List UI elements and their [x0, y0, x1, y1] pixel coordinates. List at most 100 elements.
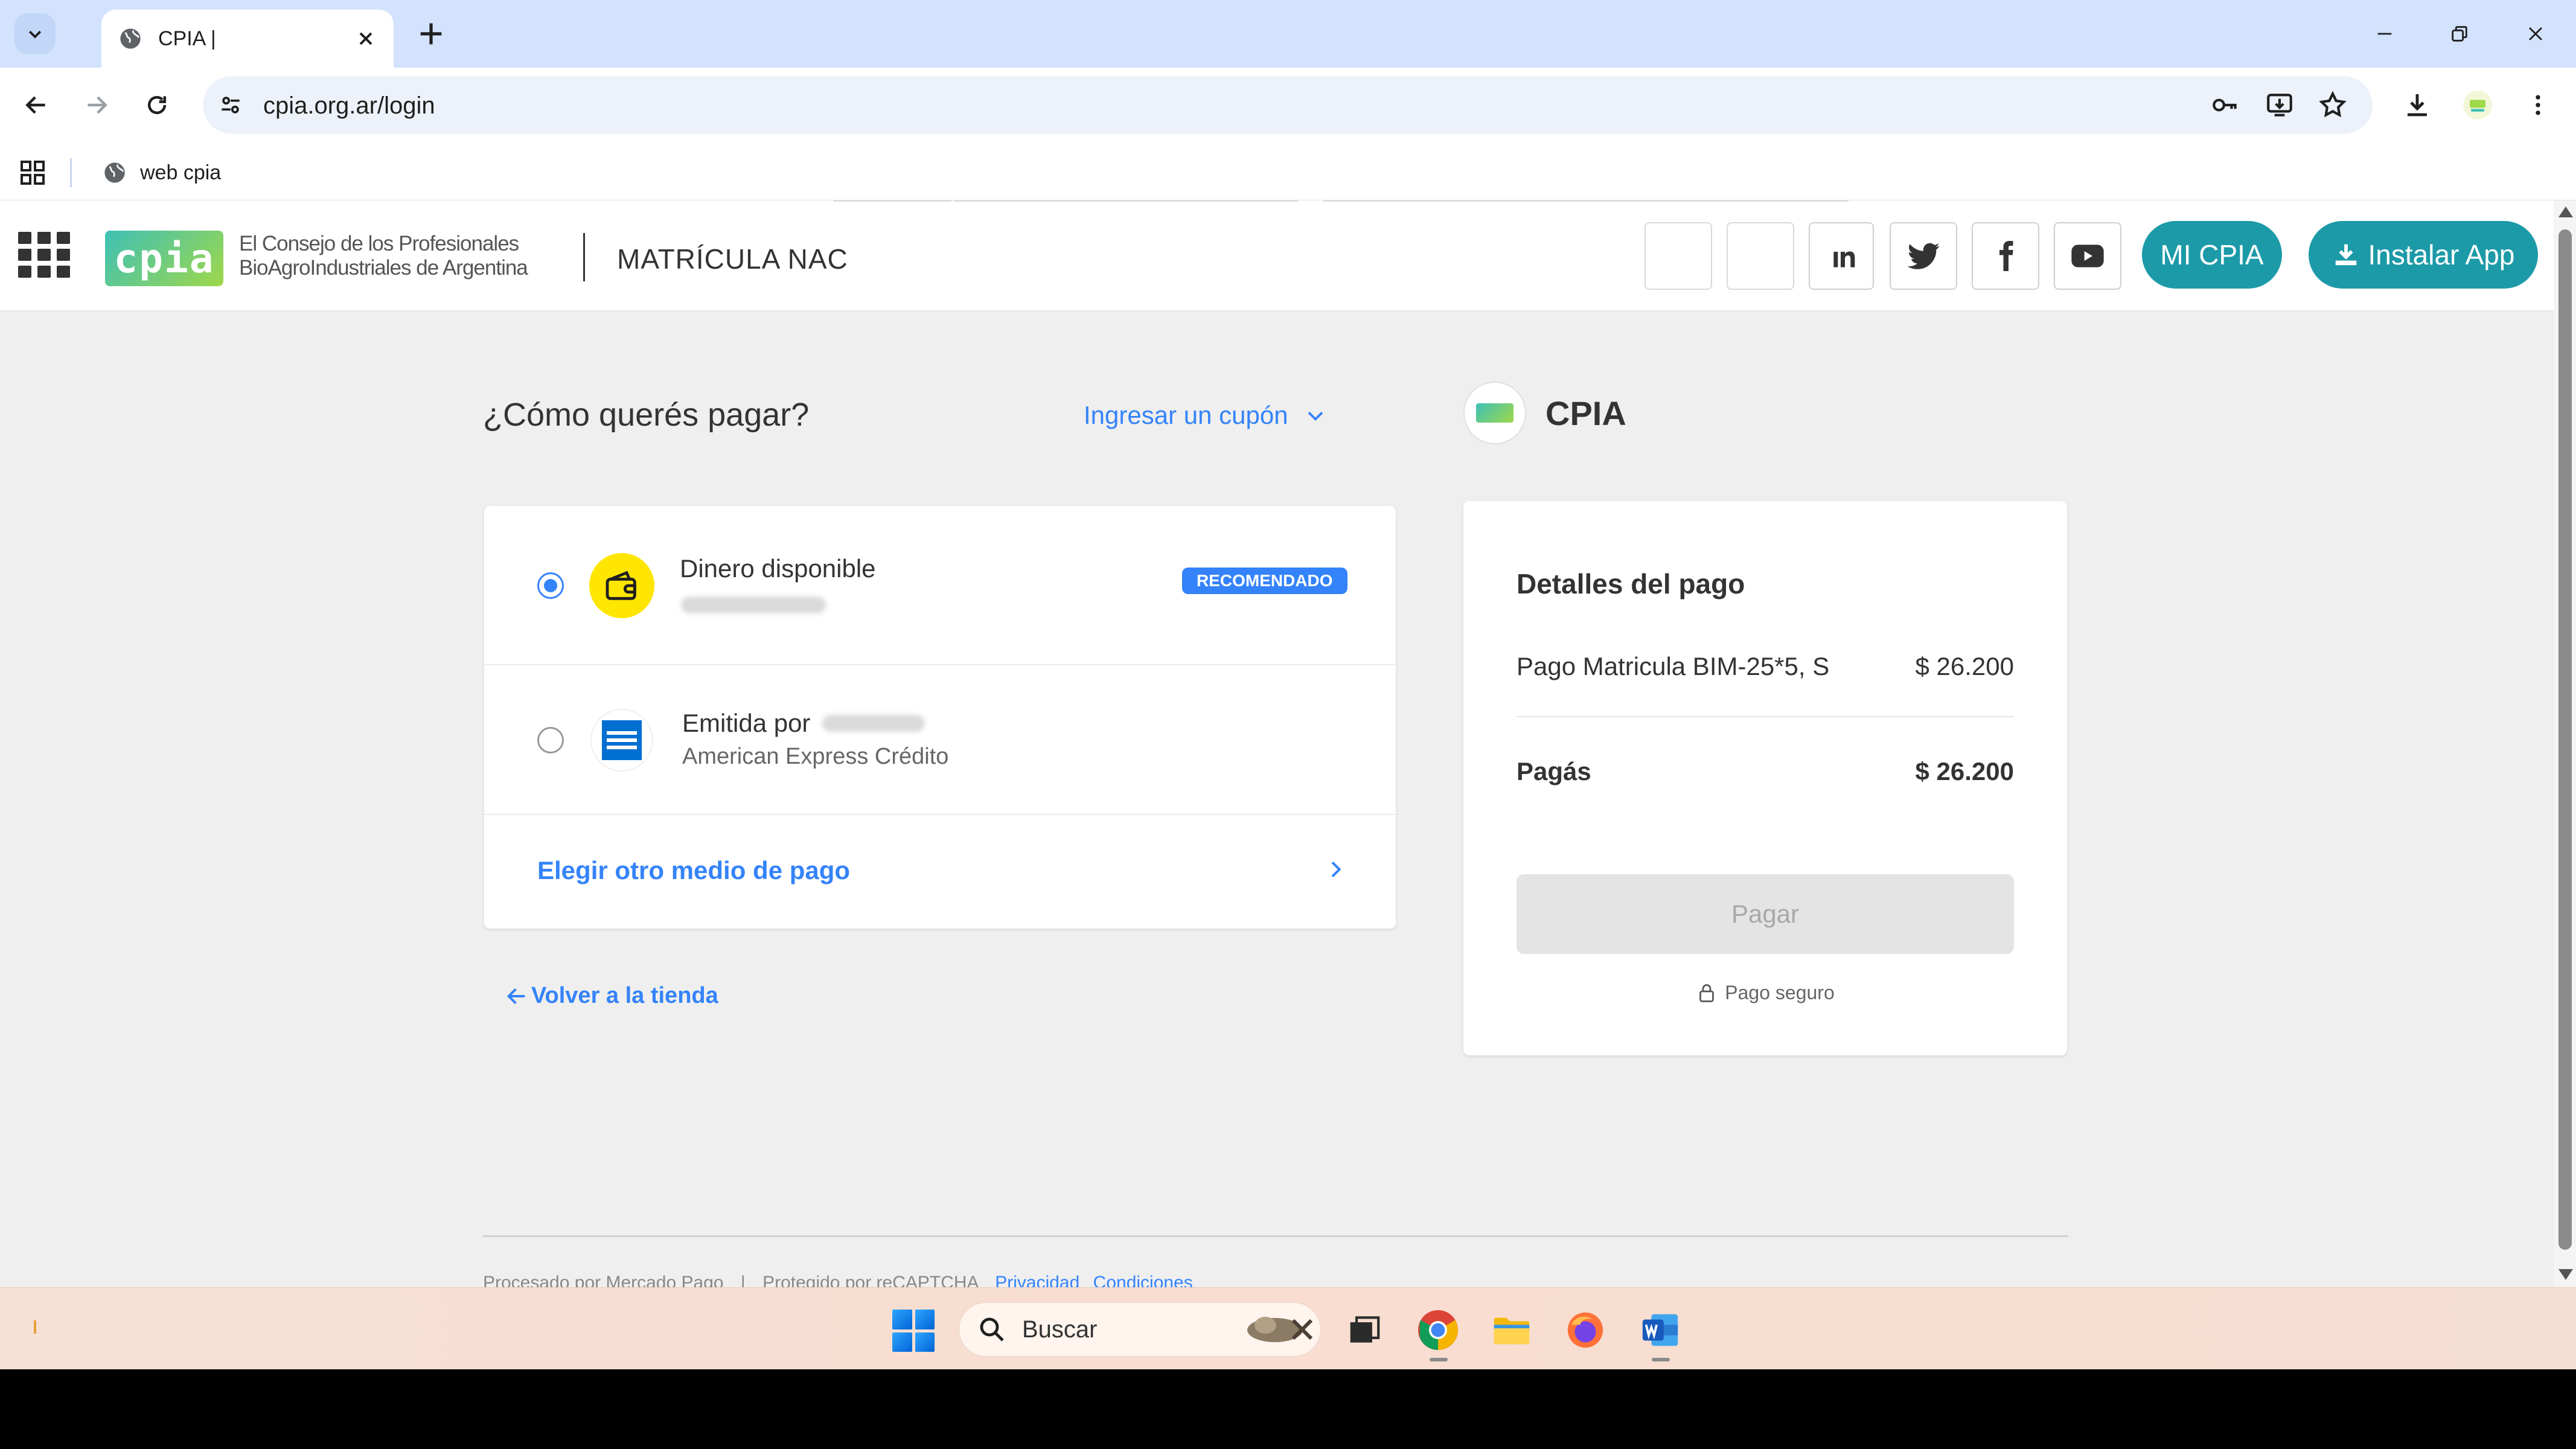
wallet-icon: [606, 571, 636, 600]
radio-balance[interactable]: [537, 572, 564, 599]
reload-icon: [147, 96, 167, 115]
checkout-page: ¿Cómo querés pagar? Ingresar un cupón Di…: [0, 312, 2554, 1287]
privacy-link[interactable]: Privacidad: [995, 1273, 1079, 1287]
secure-payment-note: Pago seguro: [1463, 982, 2067, 1004]
scroll-up-arrow[interactable]: [2558, 206, 2573, 217]
downloads-button[interactable]: [2398, 86, 2437, 124]
youtube-icon: [2071, 245, 2104, 267]
coupon-label: Ingresar un cupón: [1084, 401, 1288, 429]
social-link-placeholder[interactable]: [1644, 222, 1712, 290]
start-icon[interactable]: [892, 1310, 935, 1352]
word-running-indicator: [1652, 1358, 1670, 1361]
plus-icon[interactable]: [415, 18, 447, 50]
apps-menu-icon[interactable]: [17, 231, 71, 279]
globe-icon: [120, 28, 141, 49]
menu-dots-icon: [2536, 95, 2540, 115]
scroll-down-arrow[interactable]: [2558, 1269, 2573, 1280]
install-icon: [2267, 94, 2292, 117]
twitter-link[interactable]: [1890, 222, 1957, 290]
site-info-button[interactable]: [215, 89, 246, 121]
twitter-icon: [1907, 243, 1940, 269]
back-button[interactable]: [17, 86, 56, 124]
recommended-label: RECOMENDADO: [1197, 571, 1333, 590]
address-bar[interactable]: cpia.org.ar/login: [203, 76, 2373, 134]
firefox-button[interactable]: [1562, 1307, 1608, 1353]
reload-button[interactable]: [138, 86, 176, 124]
url-text[interactable]: cpia.org.ar/login: [263, 92, 435, 120]
cpia-logo[interactable]: cpia: [105, 231, 223, 286]
radio-amex[interactable]: [537, 727, 564, 753]
payment-question: ¿Cómo querés pagar?: [483, 397, 810, 433]
window-close-icon: [2529, 27, 2542, 40]
amex-subtitle: American Express Crédito: [682, 744, 949, 769]
profile-icon: [2463, 91, 2492, 120]
minimize-button[interactable]: [2368, 17, 2402, 51]
logo-line-1: El Consejo de los Profesionales: [239, 232, 519, 255]
social-link-placeholder[interactable]: [1727, 222, 1794, 290]
footer-divider: [483, 1235, 2068, 1237]
forward-button[interactable]: [77, 86, 116, 124]
task-view-button[interactable]: [1341, 1307, 1387, 1353]
download-icon: [2408, 94, 2427, 117]
install-page-button[interactable]: [2263, 88, 2296, 122]
payment-methods-card: Dinero disponible RECOMENDADO Emitida po…: [484, 506, 1396, 929]
pay-button[interactable]: Pagar: [1517, 874, 2014, 954]
chrome-taskbar-button[interactable]: [1415, 1307, 1461, 1353]
window-close-button[interactable]: [2519, 17, 2552, 51]
browser-toolbar: cpia.org.ar/login: [0, 68, 2576, 145]
coupon-toggle[interactable]: Ingresar un cupón: [1084, 401, 1327, 430]
section-title: MATRÍCULA NAC: [617, 243, 848, 275]
bookmark-star-button[interactable]: [2316, 88, 2350, 122]
word-button[interactable]: [1637, 1307, 1683, 1353]
restore-button[interactable]: [2443, 17, 2476, 51]
bookmark-web-cpia[interactable]: web cpia: [103, 156, 221, 190]
redacted-card-number: [822, 715, 925, 732]
nav-underline: [833, 200, 951, 202]
wallet-badge: [589, 553, 654, 618]
payment-option-balance[interactable]: Dinero disponible RECOMENDADO: [484, 506, 1396, 665]
terms-link[interactable]: Condiciones: [1093, 1273, 1193, 1287]
browser-tab-active[interactable]: CPIA |: [101, 10, 394, 68]
back-label: Volver a la tienda: [531, 983, 718, 1008]
chevron-down-icon: [28, 30, 42, 39]
file-explorer-icon: [1494, 1317, 1530, 1345]
chrome-active-indicator: [1430, 1358, 1448, 1361]
recommended-badge: RECOMENDADO: [1182, 568, 1347, 594]
summary-title: Detalles del pago: [1517, 568, 1745, 600]
install-app-button[interactable]: Instalar App: [2309, 221, 2538, 289]
secure-label: Pago seguro: [1725, 982, 1835, 1003]
footer-separator: |: [740, 1273, 746, 1287]
summary-total-price: $ 26.200: [1915, 757, 2015, 785]
payment-summary-card: Detalles del pago Pago Matricula BIM-25*…: [1463, 501, 2067, 1055]
protected-by-text: Protegido por reCAPTCHA: [762, 1273, 978, 1287]
widgets-indicator: [34, 1320, 36, 1334]
merchant-logo: [1463, 382, 1526, 444]
logo-tagline: El Consejo de los Profesionales BioAgroI…: [239, 232, 528, 280]
mi-cpia-button[interactable]: MI CPIA: [2142, 221, 2282, 289]
youtube-link[interactable]: [2054, 222, 2121, 290]
tune-icon: [222, 97, 240, 114]
search-icon: [980, 1317, 1004, 1342]
page-scrollbar[interactable]: [2554, 200, 2576, 1287]
password-button[interactable]: [2208, 88, 2242, 122]
tab-title: CPIA |: [158, 27, 216, 50]
apps-grid-icon[interactable]: [18, 158, 47, 187]
firefox-icon: [1567, 1312, 1603, 1348]
browser-menu-button[interactable]: [2519, 86, 2557, 124]
back-to-store-link[interactable]: Volver a la tienda: [505, 983, 718, 1009]
other-payment-method-link[interactable]: Elegir otro medio de pago: [484, 815, 1396, 929]
linkedin-link[interactable]: [1809, 222, 1874, 290]
restore-icon: [2452, 26, 2467, 42]
profile-button[interactable]: [2458, 86, 2497, 124]
file-explorer-button[interactable]: [1489, 1307, 1535, 1353]
search-highlight-icon: [1247, 1317, 1313, 1342]
close-icon[interactable]: [355, 28, 377, 50]
amex-issuer-title: Emitida por: [682, 709, 811, 737]
scrollbar-thumb[interactable]: [2558, 229, 2572, 1250]
chrome-icon: [1418, 1310, 1458, 1350]
facebook-link[interactable]: [1972, 222, 2039, 290]
other-method-label: Elegir otro medio de pago: [537, 856, 851, 884]
payment-option-amex[interactable]: Emitida por American Express Crédito: [484, 665, 1396, 815]
tab-search-button[interactable]: [14, 13, 56, 54]
balance-title: Dinero disponible: [680, 554, 876, 583]
